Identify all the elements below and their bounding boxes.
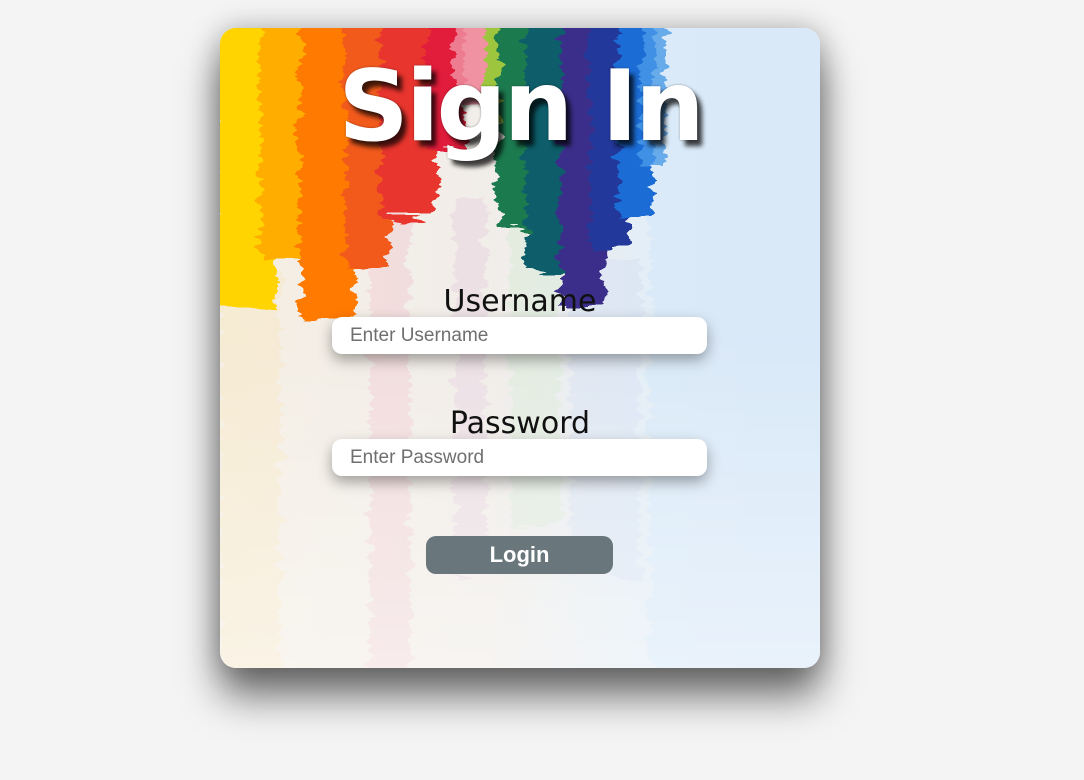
page-title: Sign In [338, 50, 704, 164]
username-label: Username [443, 284, 597, 319]
username-input[interactable] [332, 317, 707, 354]
page: Sign In Username Password Login [0, 0, 1084, 780]
password-input[interactable] [332, 439, 707, 476]
sign-in-card: Sign In Username Password Login [220, 28, 820, 668]
login-button[interactable]: Login [426, 536, 613, 574]
password-label: Password [449, 406, 591, 441]
